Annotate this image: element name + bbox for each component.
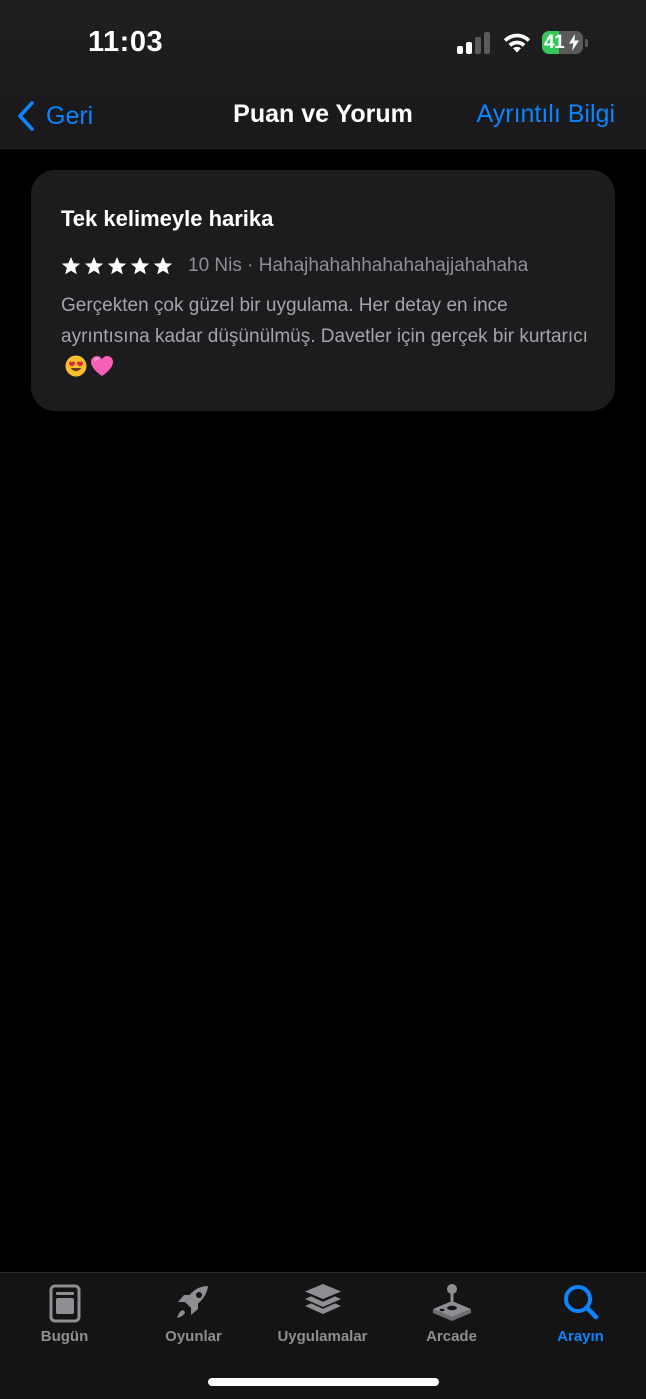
navigation-bar: Geri Puan ve Yorum Ayrıntılı Bilgi xyxy=(0,90,646,140)
tab-games[interactable]: Oyunlar xyxy=(129,1273,258,1353)
review-text: Gerçekten çok güzel bir uygulama. Her de… xyxy=(61,295,588,347)
star-icon xyxy=(130,257,150,275)
star-rating xyxy=(61,256,176,276)
review-date-author: 10 Nis · Hahajhahahhahahahajjahahaha xyxy=(188,255,529,276)
cellular-signal-icon xyxy=(457,32,491,54)
tab-label-today: Bugün xyxy=(40,1328,89,1345)
charging-bolt-icon xyxy=(569,34,579,51)
today-icon xyxy=(49,1284,80,1323)
star-icon xyxy=(153,257,173,275)
rocket-icon xyxy=(176,1286,208,1318)
star-icon xyxy=(61,257,81,275)
battery-indicator: 41 xyxy=(542,31,590,55)
tab-label-games: Oyunlar xyxy=(165,1328,222,1345)
tab-label-search: Arayın xyxy=(557,1328,604,1345)
review-body: Gerçekten çok güzel bir uygulama. Her de… xyxy=(61,290,591,383)
tab-apps[interactable]: Uygulamalar xyxy=(258,1273,387,1353)
tab-today[interactable]: Bugün xyxy=(0,1273,129,1353)
tab-search[interactable]: Arayın xyxy=(516,1273,645,1353)
star-icon xyxy=(107,257,127,275)
tab-label-apps: Uygulamalar xyxy=(277,1328,368,1345)
home-indicator[interactable] xyxy=(208,1378,439,1386)
review-card[interactable]: Tek kelimeyle harika 10 Nis · Hahajhahah… xyxy=(31,170,615,411)
apps-stack-icon xyxy=(304,1284,341,1314)
pink-heart-emoji-icon xyxy=(91,356,113,376)
search-icon xyxy=(563,1285,598,1320)
review-meta-row: 10 Nis · Hahajhahahhahahahajjahahaha xyxy=(61,255,528,277)
review-title: Tek kelimeyle harika xyxy=(61,206,274,231)
details-link[interactable]: Ayrıntılı Bilgi xyxy=(477,100,615,129)
status-time: 11:03 xyxy=(88,26,164,58)
top-bar: 11:03 41 Geri Puan ve Yorum Ayrıntılı Bi… xyxy=(0,0,646,149)
star-icon xyxy=(84,257,104,275)
tab-label-arcade: Arcade xyxy=(426,1328,477,1345)
wifi-icon xyxy=(503,33,531,53)
heart-eyes-emoji-icon xyxy=(65,355,87,377)
tab-arcade[interactable]: Arcade xyxy=(387,1273,516,1353)
battery-percent: 41 xyxy=(544,32,565,53)
status-bar: 11:03 41 xyxy=(0,0,646,90)
joystick-icon xyxy=(432,1284,471,1321)
